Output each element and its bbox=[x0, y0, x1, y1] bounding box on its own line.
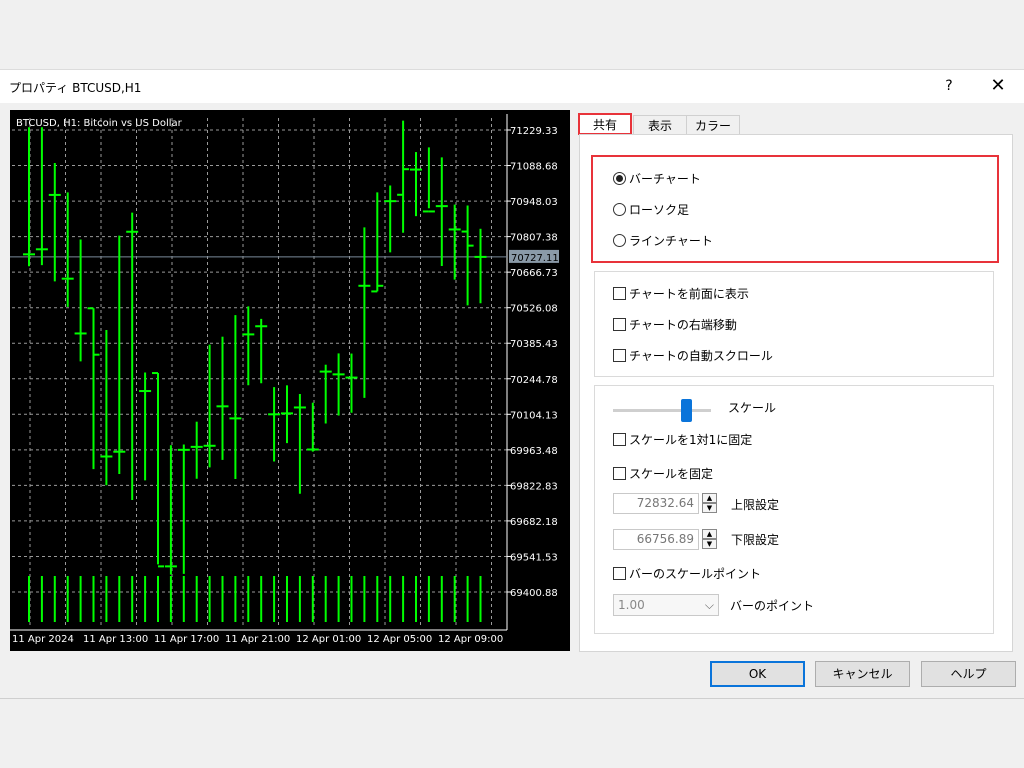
y-tick-label: 71088.68 bbox=[510, 162, 558, 173]
y-tick-label: 69963.48 bbox=[510, 446, 558, 457]
checkbox-label: スケールを固定 bbox=[629, 467, 714, 481]
tab-common[interactable]: 共有 bbox=[578, 113, 632, 135]
current-price-label: 70727.11 bbox=[511, 253, 559, 264]
checkbox-chart-shift[interactable]: チャートの右端移動 bbox=[613, 316, 737, 334]
checkbox-fix-scale[interactable]: スケールを固定 bbox=[613, 465, 713, 483]
close-icon[interactable]: ✕ bbox=[984, 74, 1012, 98]
lower-limit-input[interactable]: 66756.89 bbox=[613, 529, 699, 550]
spin-up-icon[interactable]: ▲ bbox=[702, 493, 717, 503]
checkbox-icon bbox=[613, 467, 626, 480]
checkbox-icon bbox=[613, 318, 626, 331]
checkbox-bar-scale-point[interactable]: バーのスケールポイント bbox=[613, 565, 761, 583]
upper-limit-input[interactable]: 72832.64 bbox=[613, 493, 699, 514]
spin-down-icon[interactable]: ▼ bbox=[702, 503, 717, 513]
checkbox-chart-foreground[interactable]: チャートを前面に表示 bbox=[613, 285, 749, 303]
y-tick-label: 70807.38 bbox=[510, 233, 558, 244]
y-tick-label: 70385.43 bbox=[510, 339, 558, 350]
x-tick-label: 11 Apr 21:00 bbox=[225, 634, 290, 645]
scale-label: スケール bbox=[728, 401, 777, 415]
x-tick-label: 12 Apr 01:00 bbox=[296, 634, 361, 645]
radio-line-chart[interactable]: ラインチャート bbox=[613, 232, 713, 250]
chart-preview: 71229.33 71088.68 70948.03 70807.38 70666.73… bbox=[10, 110, 570, 651]
upper-limit-spinner[interactable]: ▲ ▼ bbox=[702, 493, 718, 514]
help-icon[interactable]: ? bbox=[938, 74, 960, 98]
y-tick-label: 69682.18 bbox=[510, 517, 558, 528]
checkbox-label: チャートの自動スクロール bbox=[629, 349, 773, 363]
lower-limit-spinner[interactable]: ▲ ▼ bbox=[702, 529, 718, 550]
lower-limit-label: 下限設定 bbox=[731, 533, 780, 547]
checkbox-icon bbox=[613, 433, 626, 446]
y-tick-label: 69541.53 bbox=[510, 552, 558, 563]
scale-slider-thumb[interactable] bbox=[681, 399, 692, 422]
checkbox-autoscroll[interactable]: チャートの自動スクロール bbox=[613, 347, 773, 365]
radio-candlestick[interactable]: ローソク足 bbox=[613, 201, 689, 219]
x-tick-label: 11 Apr 13:00 bbox=[83, 634, 148, 645]
y-tick-label: 70666.73 bbox=[510, 268, 558, 279]
title-bar: プロパティ BTCUSD,H1 ? ✕ bbox=[0, 70, 1024, 103]
checkbox-icon bbox=[613, 567, 626, 580]
radio-unselected-icon bbox=[613, 234, 626, 247]
radio-unselected-icon bbox=[613, 203, 626, 216]
y-tick-label: 69400.88 bbox=[510, 588, 558, 599]
checkbox-icon bbox=[613, 287, 626, 300]
x-tick-label: 12 Apr 05:00 bbox=[367, 634, 432, 645]
y-tick-label: 70948.03 bbox=[510, 197, 558, 208]
checkbox-label: チャートを前面に表示 bbox=[629, 287, 749, 301]
radio-selected-icon bbox=[613, 172, 626, 185]
checkbox-icon bbox=[613, 349, 626, 362]
ok-button[interactable]: OK bbox=[710, 661, 805, 687]
bar-point-label: バーのポイント bbox=[730, 599, 815, 613]
checkbox-label: スケールを1対1に固定 bbox=[629, 433, 753, 447]
spin-down-icon[interactable]: ▼ bbox=[702, 539, 717, 549]
tab-color[interactable]: カラー bbox=[686, 115, 740, 136]
y-tick-label: 70104.13 bbox=[510, 410, 558, 421]
chart-svg: 71229.33 71088.68 70948.03 70807.38 70666.73… bbox=[10, 114, 559, 645]
radio-label: ローソク足 bbox=[629, 203, 690, 217]
window-title: プロパティ BTCUSD,H1 bbox=[9, 81, 142, 95]
upper-limit-label: 上限設定 bbox=[731, 498, 780, 512]
help-button[interactable]: ヘルプ bbox=[921, 661, 1016, 687]
y-tick-label: 70244.78 bbox=[510, 375, 558, 386]
top-background bbox=[0, 0, 1024, 69]
cancel-button[interactable]: キャンセル bbox=[815, 661, 910, 687]
checkbox-label: チャートの右端移動 bbox=[629, 318, 737, 332]
x-tick-label: 12 Apr 09:00 bbox=[438, 634, 503, 645]
x-tick-label: 11 Apr 2024 bbox=[12, 634, 74, 645]
bar-point-select[interactable]: 1.00 ⌵ bbox=[613, 594, 719, 616]
radio-label: ラインチャート bbox=[629, 234, 713, 248]
checkbox-scale-1to1[interactable]: スケールを1対1に固定 bbox=[613, 431, 752, 449]
bar-point-value: 1.00 bbox=[618, 598, 645, 612]
bottom-divider bbox=[0, 698, 1024, 699]
y-tick-label: 71229.33 bbox=[510, 126, 558, 137]
y-tick-label: 70526.08 bbox=[510, 304, 558, 315]
x-tick-label: 11 Apr 17:00 bbox=[154, 634, 219, 645]
tab-display[interactable]: 表示 bbox=[633, 115, 687, 136]
chevron-down-icon: ⌵ bbox=[704, 598, 714, 612]
scale-slider-track[interactable] bbox=[613, 409, 711, 412]
radio-label: バーチャート bbox=[629, 172, 701, 186]
y-tick-label: 69822.83 bbox=[510, 481, 558, 492]
radio-bar-chart[interactable]: バーチャート bbox=[613, 170, 701, 188]
spin-up-icon[interactable]: ▲ bbox=[702, 529, 717, 539]
checkbox-label: バーのスケールポイント bbox=[629, 567, 762, 581]
